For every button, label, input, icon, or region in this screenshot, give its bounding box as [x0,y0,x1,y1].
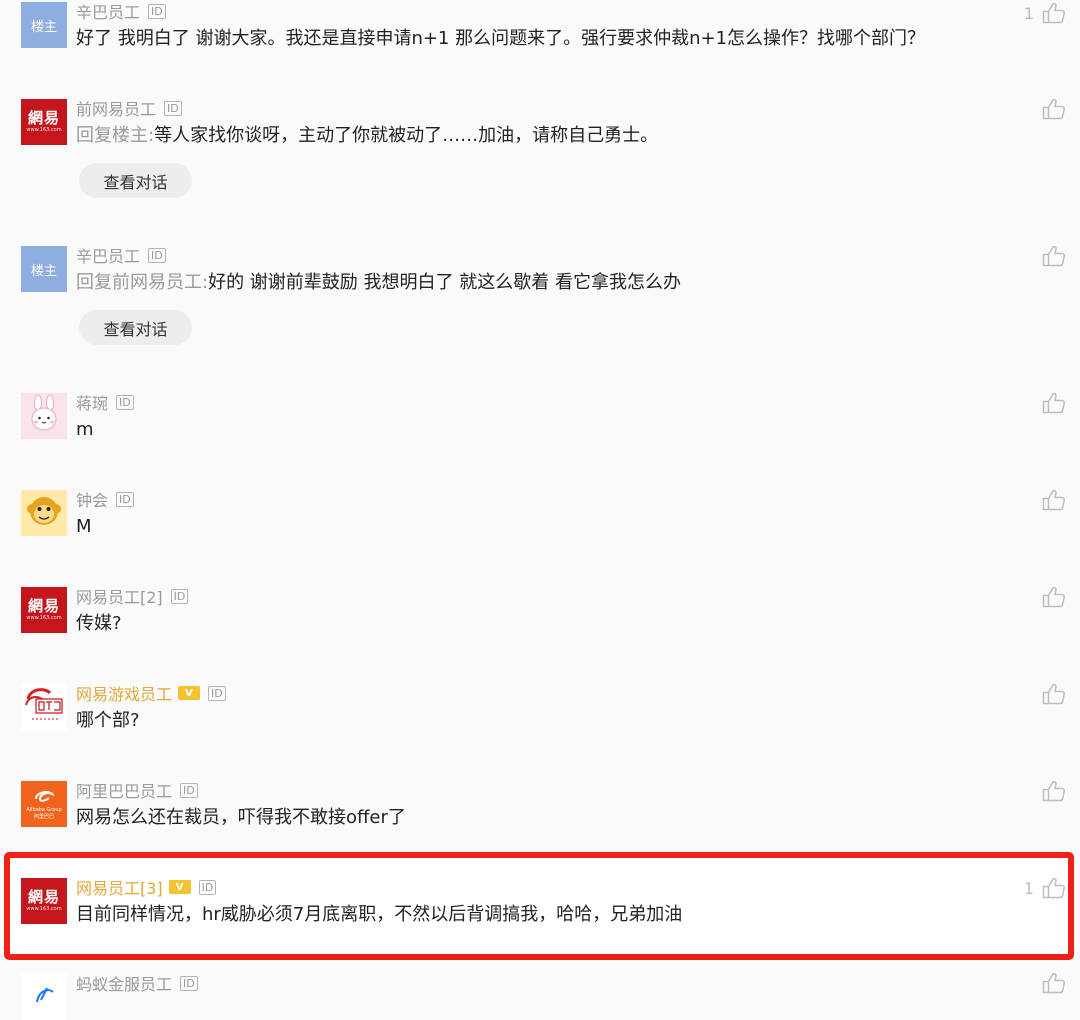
id-badge: ID [170,588,189,604]
thumbs-up-icon [1042,877,1066,899]
comment-text: m [76,419,94,440]
id-badge: ID [148,247,166,263]
like-button[interactable] [1042,780,1066,802]
comment-text: 哪个部? [76,710,140,731]
comment-meta: 钟会 ID [76,488,134,510]
avatar[interactable]: 楼主 [21,2,67,48]
comment-meta: 辛巴员工 ID [76,0,166,22]
thumbs-up-icon [1042,586,1066,608]
thumbs-up-icon [1042,489,1066,511]
like-button[interactable] [1042,489,1066,511]
alibaba-logo-icon [33,788,55,807]
username[interactable]: 网易员工[3] [76,875,163,899]
like-button[interactable] [1042,683,1066,705]
reply-prefix[interactable]: 回复楼主: [76,125,154,146]
thumbs-up-icon [1042,245,1066,267]
like-count: 1 [1023,3,1034,23]
comment-meta: 阿里巴巴员工 ID [76,779,198,801]
avatar[interactable] [21,974,67,1020]
comment-meta: 网易员工[3] V ID [76,875,217,899]
thumbs-up-icon [1042,683,1066,705]
reply-body: 好的 谢谢前辈鼓励 我想明白了 就这么歇着 看它拿我怎么办 [208,272,681,293]
id-badge: ID [116,394,134,410]
username[interactable]: 网易游戏员工 [76,681,172,705]
id-badge: ID [180,975,198,991]
comment-meta: 网易员工[2] ID [76,584,189,608]
comment-text: 传媒? [76,613,122,634]
id-badge: ID [148,3,166,19]
comment-text: 回复楼主:等人家找你谈呀，主动了你就被动了……加油，请称自己勇士。 [76,123,658,149]
id-badge: ID [208,685,226,701]
username[interactable]: 辛巴员工 [76,243,140,267]
like-button[interactable]: 1 [1024,877,1066,899]
id-badge: ID [116,491,134,507]
view-conversation-button[interactable]: 查看对话 [79,310,192,345]
username[interactable]: 网易员工[2] [76,584,163,608]
avatar-label: 楼主 [30,263,57,279]
avatar[interactable]: 網易 www.163.com [21,587,67,633]
username[interactable]: 钟会 [76,487,108,511]
comment-meta: 辛巴员工 ID [76,244,166,266]
avatar-sub: www.163.com [26,615,62,621]
avatar[interactable]: 楼主 [21,246,67,292]
like-button[interactable] [1042,245,1066,267]
username[interactable]: 前网易员工 [76,96,156,120]
like-button[interactable] [1042,586,1066,608]
id-badge: ID [164,100,182,116]
like-count: 1 [1023,878,1034,898]
avatar[interactable]: Alibaba Group 阿里巴巴 [21,781,67,827]
thumbs-up-icon [1042,98,1066,120]
comment-text: 好了 我明白了 谢谢大家。我还是直接申请n+1 那么问题来了。强行要求仲裁n+1… [76,28,926,49]
avatar[interactable] [21,490,67,536]
avatar-label: 楼主 [30,19,57,35]
avatar-label: 網易 [27,888,60,906]
thumbs-up-icon [1042,780,1066,802]
comment-text: 回复前网易员工:好的 谢谢前辈鼓励 我想明白了 就这么歇着 看它拿我怎么办 [76,270,681,296]
verified-badge: V [178,686,201,700]
reply-prefix[interactable]: 回复前网易员工: [76,272,208,293]
avatar[interactable] [21,684,67,730]
reply-body: 等人家找你谈呀，主动了你就被动了……加油，请称自己勇士。 [154,125,659,146]
avatar[interactable] [21,393,67,439]
rabbit-avatar-icon [24,394,64,438]
comment-text: 网易怎么还在裁员，吓得我不敢接offer了 [76,807,406,828]
thumbs-up-icon [1042,392,1066,414]
verified-badge: V [168,880,191,894]
monkey-avatar-icon [24,491,64,535]
comment-text: 目前同样情况，hr威胁必须7月底离职，不然以后背调搞我，哈哈，兄弟加油 [76,904,683,925]
avatar-sub: www.163.com [26,906,62,912]
avatar-sub: www.163.com [26,127,62,133]
avatar-label: 網易 [27,597,60,615]
id-badge: ID [198,879,217,895]
id-badge: ID [180,782,198,798]
comment-meta: 蒋琬 ID [76,391,134,413]
thumbs-up-icon [1042,2,1066,24]
like-button[interactable] [1042,972,1066,994]
netease-game-logo-icon [22,685,66,729]
comment-text: M [76,516,92,537]
avatar-label: 網易 [27,109,60,127]
thumbs-up-icon [1042,972,1066,994]
username[interactable]: 蚂蚁金服员工 [76,971,172,995]
avatar[interactable]: 網易 www.163.com [21,99,67,145]
avatar-label: 阿里巴巴 [33,813,54,820]
like-button[interactable]: 1 [1024,2,1066,24]
avatar[interactable]: 網易 www.163.com [21,878,67,924]
comment-meta: 前网易员工 ID [76,97,182,119]
avatar-sub: Alibaba Group [26,806,62,813]
comment-meta: 网易游戏员工 V ID [76,682,226,704]
ant-financial-logo-icon [29,980,59,1014]
like-button[interactable] [1042,98,1066,120]
comment-meta: 蚂蚁金服员工 ID [76,972,198,994]
username[interactable]: 辛巴员工 [76,0,140,23]
username[interactable]: 阿里巴巴员工 [76,778,172,802]
like-button[interactable] [1042,392,1066,414]
username[interactable]: 蒋琬 [76,390,108,414]
view-conversation-button[interactable]: 查看对话 [79,163,192,198]
